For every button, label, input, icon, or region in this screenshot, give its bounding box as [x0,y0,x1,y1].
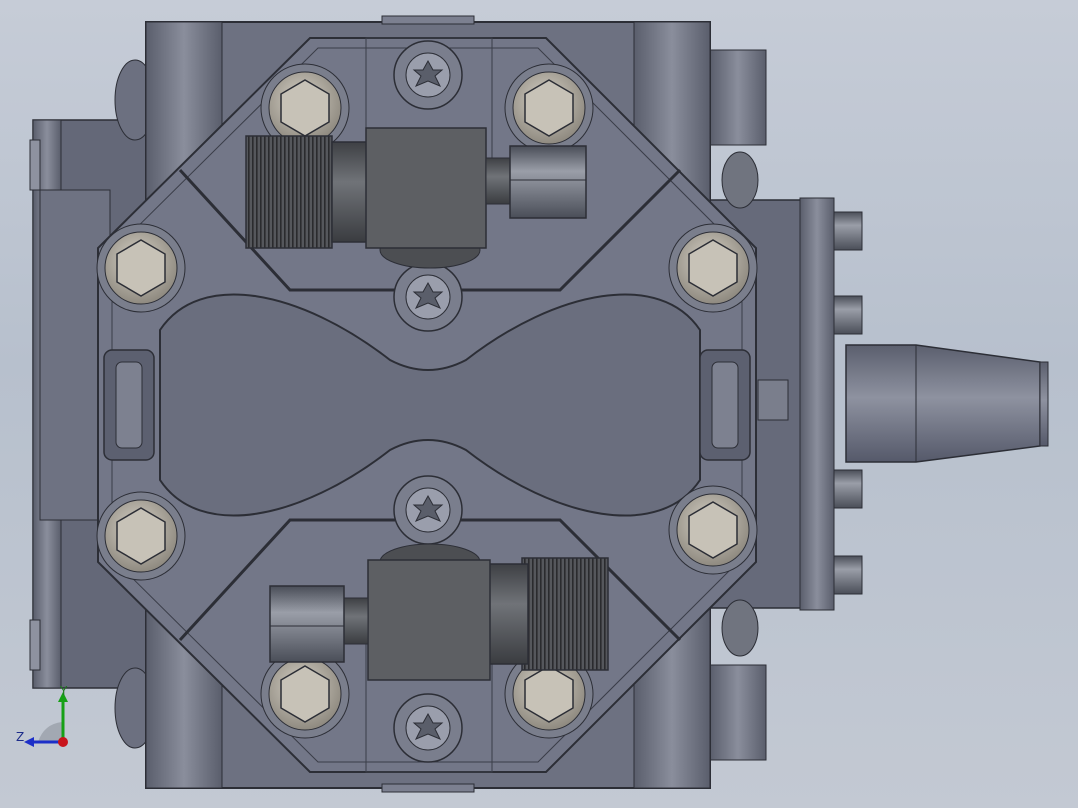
outlet-nozzle [845,344,1049,463]
triad-y-label: Y [60,684,68,698]
torx-screw-bottom [393,693,463,763]
hex-bolt [668,485,758,575]
hex-bolt [504,63,594,153]
torx-screw-upper [393,262,463,332]
torx-screw-lower [393,475,463,545]
torx-screw-top [393,40,463,110]
pump-model[interactable] [0,0,1078,808]
hex-bolt [668,223,758,313]
triad-z-label: Z [16,730,25,744]
hex-bolt [260,649,350,739]
hex-bolt [96,491,186,581]
hex-bolt [96,223,186,313]
cad-viewport[interactable]: Y Z [0,0,1078,808]
coordinate-triad: Y Z [10,684,80,754]
